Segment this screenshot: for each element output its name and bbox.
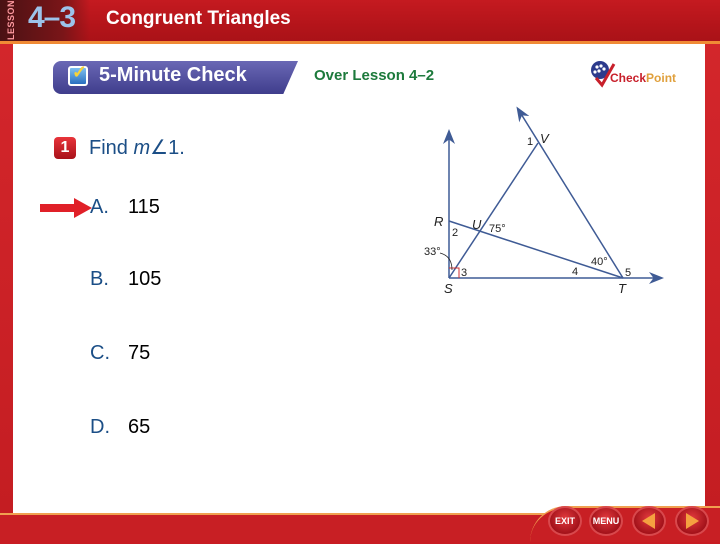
angle-label-2: 2 — [452, 227, 458, 239]
angle-label-4: 4 — [572, 266, 578, 278]
triangle-right-icon — [686, 513, 699, 529]
geometry-diagram: V 1 R 2 U 75° 33° 3 4 40° 5 S T — [424, 106, 664, 296]
previous-button[interactable] — [632, 506, 666, 536]
point-label-s: S — [444, 281, 453, 296]
angle-33-pointer — [439, 252, 453, 271]
exit-button[interactable]: EXIT — [548, 506, 582, 536]
angle-label-1: 1 — [527, 136, 533, 148]
segment-s-v — [448, 142, 539, 279]
given-angle-75: 75° — [489, 223, 506, 235]
point-label-r: R — [434, 214, 443, 229]
next-button[interactable] — [675, 506, 709, 536]
ray-t-v — [516, 106, 624, 279]
point-label-t: T — [618, 281, 627, 296]
angle-label-3: 3 — [461, 267, 467, 279]
triangle-left-icon — [642, 513, 655, 529]
point-label-v: V — [540, 131, 550, 146]
given-angle-40: 40° — [591, 256, 608, 268]
given-angle-33: 33° — [424, 246, 441, 258]
angle-label-5: 5 — [625, 267, 631, 279]
menu-button[interactable]: MENU — [589, 506, 623, 536]
point-label-u: U — [472, 217, 482, 232]
